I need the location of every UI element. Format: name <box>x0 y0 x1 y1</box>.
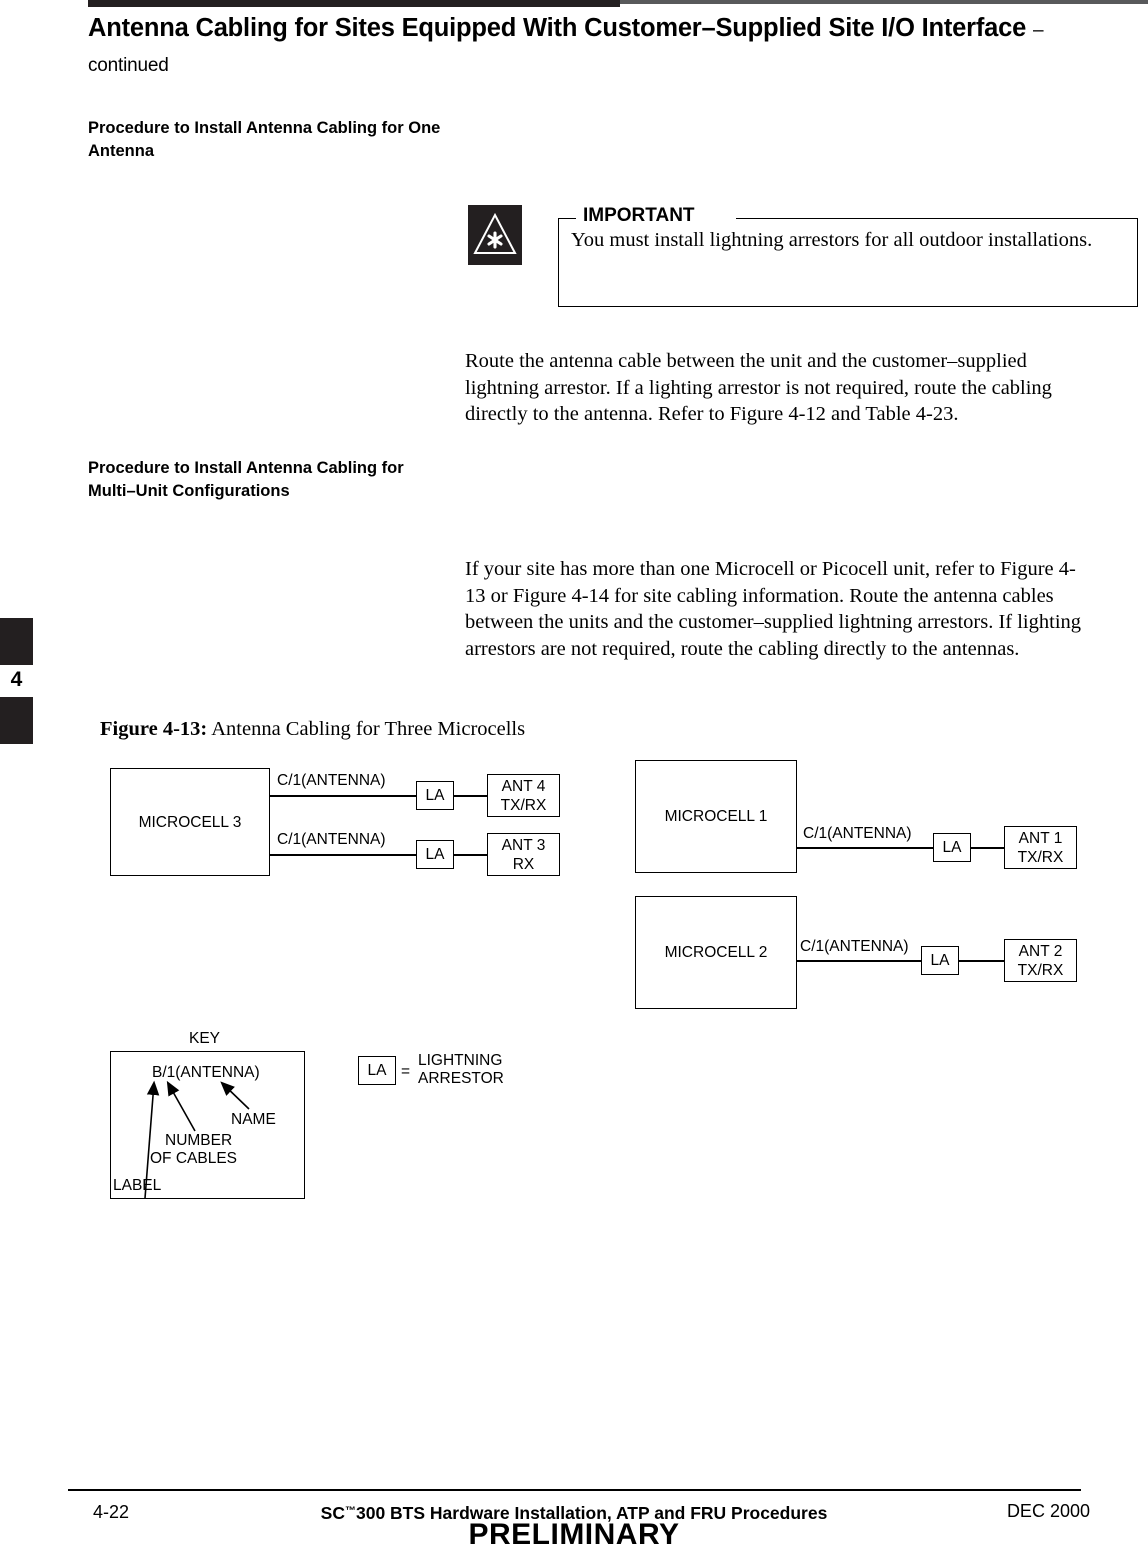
cable-line-la-ant4 <box>454 795 487 797</box>
cable-label-microcell3-top: C/1(ANTENNA) <box>277 772 386 790</box>
chapter-tab-number: 4 <box>10 668 23 691</box>
key-legend-arrestor-symbol: LA <box>358 1056 396 1085</box>
page-title: Antenna Cabling for Sites Equipped With … <box>88 12 1088 82</box>
cable-label-microcell2: C/1(ANTENNA) <box>800 938 909 956</box>
antenna-name-ant-1: ANT 1 <box>1018 829 1063 847</box>
paragraph-one-antenna: Route the antenna cable between the unit… <box>465 350 1052 425</box>
important-asterisk-triangle-icon <box>468 205 522 265</box>
cable-label-microcell1: C/1(ANTENNA) <box>803 825 912 843</box>
key-callout-label: LABEL <box>113 1177 162 1194</box>
figure-caption: Figure 4-13: Antenna Cabling for Three M… <box>100 718 525 741</box>
cable-line-microcell3-top <box>270 795 417 797</box>
footer-rule <box>68 1489 1081 1491</box>
footer-status-preliminary: PRELIMINARY <box>468 1518 680 1551</box>
key-callout-number-of-cables-line1: NUMBER <box>165 1132 233 1149</box>
section-heading-one-antenna: Procedure to Install Antenna Cabling for… <box>88 119 441 160</box>
cable-label-microcell3-bottom: C/1(ANTENNA) <box>277 831 386 849</box>
page-title-main: Antenna Cabling for Sites Equipped With … <box>88 14 1027 42</box>
antenna-name-ant-3: ANT 3 <box>501 836 546 854</box>
antenna-mode-ant-2: TX/RX <box>1017 961 1064 979</box>
arrestor-box-ant3: LA <box>416 840 454 869</box>
header-rule-thin <box>620 0 1148 4</box>
arrestor-box-ant1: LA <box>933 833 971 862</box>
arrestor-box-ant2: LA <box>921 946 959 975</box>
antenna-mode-ant-3: RX <box>512 855 535 873</box>
header-rule-thick <box>88 0 620 7</box>
cable-line-la-ant3 <box>454 854 487 856</box>
key-callout-number-of-cables-line2: OF CABLES <box>150 1150 237 1167</box>
paragraph-multi-unit: If your site has more than one Microcell… <box>465 558 1082 660</box>
antenna-name-ant-2: ANT 2 <box>1018 942 1063 960</box>
key-title: KEY <box>189 1030 221 1047</box>
cable-line-la-ant2 <box>959 960 1004 962</box>
key-legend-meaning-line2: ARRESTOR <box>418 1070 504 1087</box>
key-legend-meaning-line1: LIGHTNING <box>418 1052 503 1069</box>
unit-box-microcell-2: MICROCELL 2 <box>635 896 797 1009</box>
important-callout-label: IMPORTANT <box>583 205 702 227</box>
important-callout-text: You must install lightning arrestors for… <box>571 229 1093 251</box>
figure-antenna-cabling-three-microcells: MICROCELL 3 C/1(ANTENNA) LA ANT 4 TX/RX … <box>0 750 1148 1220</box>
antenna-mode-ant-4: TX/RX <box>500 796 547 814</box>
figure-caption-text: Antenna Cabling for Three Microcells <box>211 718 526 740</box>
cable-line-microcell2 <box>797 960 921 962</box>
chapter-tab-block-upper <box>0 618 33 665</box>
chapter-tab-block-lower <box>0 697 33 744</box>
unit-box-microcell-1: MICROCELL 1 <box>635 760 797 873</box>
antenna-box-ant-4: ANT 4 TX/RX <box>487 774 560 817</box>
section-heading-multi-unit: Procedure to Install Antenna Cabling for… <box>88 459 404 500</box>
key-legend-equals: = <box>401 1063 411 1080</box>
antenna-name-ant-4: ANT 4 <box>501 777 546 795</box>
arrestor-box-ant4: LA <box>416 781 454 810</box>
antenna-box-ant-3: ANT 3 RX <box>487 833 560 876</box>
figure-number: Figure 4-13: <box>100 718 208 740</box>
unit-box-microcell-3: MICROCELL 3 <box>110 768 270 876</box>
antenna-box-ant-2: ANT 2 TX/RX <box>1004 939 1077 982</box>
cable-line-microcell3-bottom <box>270 854 417 856</box>
cable-line-microcell1 <box>797 847 933 849</box>
cable-line-la-ant1 <box>971 847 1004 849</box>
antenna-box-ant-1: ANT 1 TX/RX <box>1004 826 1077 869</box>
trademark-icon: ™ <box>344 1505 356 1518</box>
antenna-mode-ant-1: TX/RX <box>1017 848 1064 866</box>
key-callout-name: NAME <box>231 1111 276 1128</box>
